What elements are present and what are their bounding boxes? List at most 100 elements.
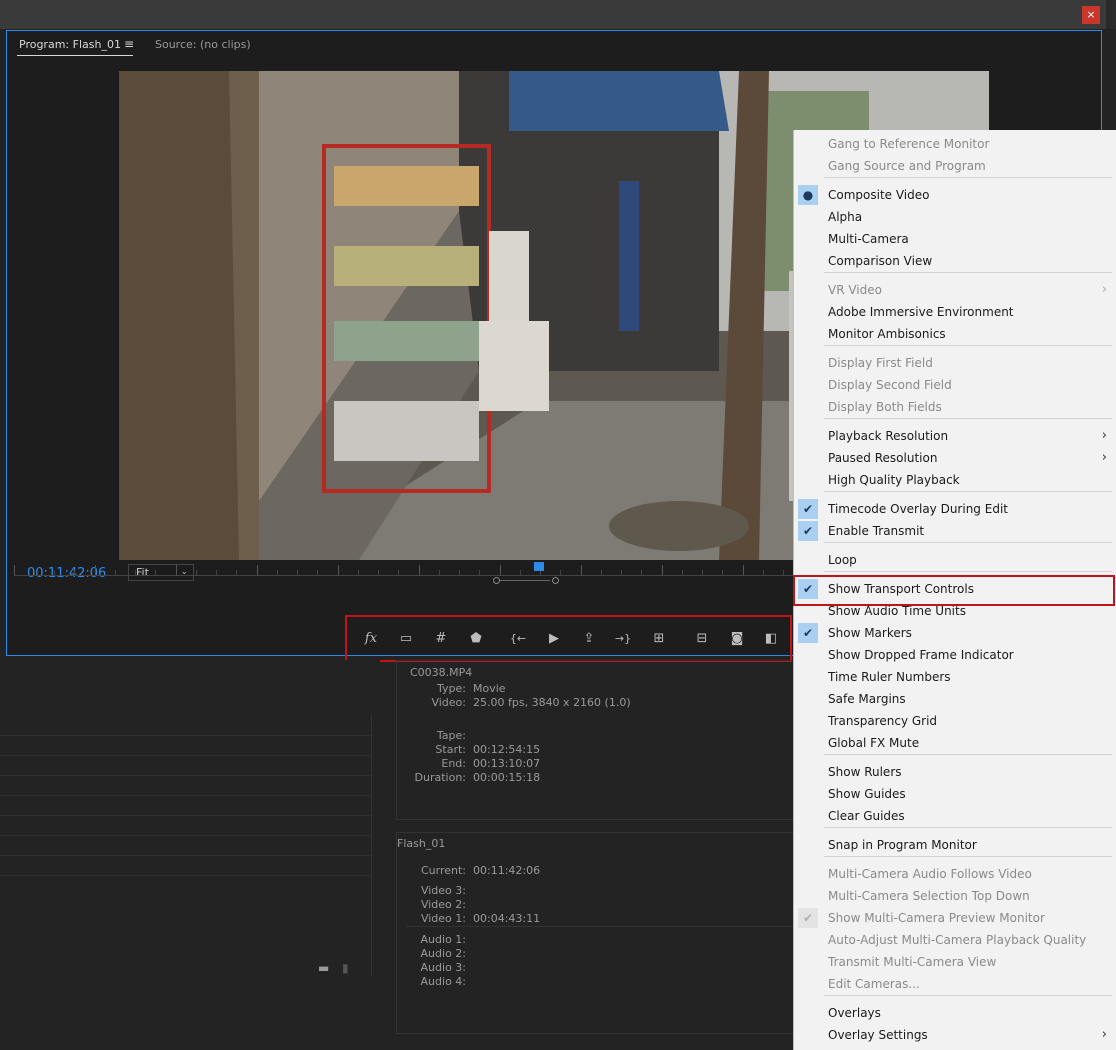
- menu-item-label: Gang to Reference Monitor: [828, 137, 990, 151]
- menu-item-label: Show Multi-Camera Preview Monitor: [828, 911, 1045, 925]
- menu-separator: [824, 542, 1112, 543]
- trash-icon[interactable]: ▮: [342, 961, 349, 975]
- fx-button[interactable]: fx: [361, 631, 381, 647]
- ruler-tick: [257, 565, 258, 575]
- insert-button[interactable]: ⊞: [649, 631, 669, 647]
- zoom-scroll-handle-right[interactable]: [552, 577, 559, 584]
- grid-button[interactable]: #: [431, 631, 451, 647]
- menu-item-comparison-view[interactable]: Comparison View: [794, 250, 1116, 272]
- menu-item-monitor-ambisonics[interactable]: Monitor Ambisonics: [794, 323, 1116, 345]
- menu-item-show-guides[interactable]: Show Guides: [794, 783, 1116, 805]
- menu-item-overlay-settings[interactable]: Overlay Settings ›: [794, 1024, 1116, 1046]
- safe-margins-button[interactable]: ▭: [396, 631, 416, 647]
- menu-item-label: Comparison View: [828, 254, 933, 268]
- ruler-tick: [176, 565, 177, 575]
- video1-label: Video 1:: [420, 912, 466, 925]
- menu-item-label: Clear Guides: [828, 809, 905, 823]
- project-list: [0, 715, 372, 975]
- menu-item-show-dropped-frame-indicator[interactable]: Show Dropped Frame Indicator: [794, 644, 1116, 666]
- chevron-right-icon: ›: [1101, 428, 1107, 443]
- project-panel: [0, 660, 380, 1050]
- menu-item-timecode-overlay-during-edit[interactable]: ✔ Timecode Overlay During Edit: [794, 498, 1116, 520]
- menu-item-composite-video[interactable]: ● Composite Video: [794, 184, 1116, 206]
- add-marker-button[interactable]: ⬟: [466, 631, 486, 647]
- menu-item-clear-guides[interactable]: Clear Guides: [794, 805, 1116, 827]
- menu-item-label: Overlay Settings: [828, 1028, 928, 1042]
- menu-separator: [824, 272, 1112, 273]
- menu-item-show-multi-camera-preview-monitor: ✔ Show Multi-Camera Preview Monitor: [794, 907, 1116, 929]
- list-row-divider: [0, 855, 371, 856]
- menu-separator: [824, 418, 1112, 419]
- menu-item-display-second-field: Display Second Field: [794, 374, 1116, 396]
- ruler-tick: [419, 565, 420, 575]
- video3-label: Video 3:: [420, 884, 466, 897]
- menu-item-label: Multi-Camera Audio Follows Video: [828, 867, 1032, 881]
- menu-item-enable-transmit[interactable]: ✔ Enable Transmit: [794, 520, 1116, 542]
- menu-separator: [824, 995, 1112, 996]
- menu-item-vr-video: VR Video ›: [794, 279, 1116, 301]
- duration-value: 00:00:15:18: [473, 771, 541, 784]
- new-bin-folder-icon[interactable]: ▬: [318, 961, 329, 975]
- menu-item-display-both-fields: Display Both Fields: [794, 396, 1116, 418]
- radio-dot-icon: ●: [798, 185, 818, 205]
- menu-item-label: Snap in Program Monitor: [828, 838, 977, 852]
- menu-item-label: VR Video: [828, 283, 882, 297]
- audio3-label: Audio 3:: [420, 961, 466, 974]
- menu-item-label: Time Ruler Numbers: [828, 670, 951, 684]
- panel-menu-icon[interactable]: ≡: [124, 37, 134, 51]
- menu-item-label: Multi-Camera: [828, 232, 909, 246]
- menu-item-loop[interactable]: Loop: [794, 549, 1116, 571]
- menu-item-multi-camera[interactable]: Multi-Camera: [794, 228, 1116, 250]
- go-to-in-button[interactable]: {←: [508, 631, 528, 647]
- go-to-out-button[interactable]: →}: [613, 631, 633, 647]
- menu-item-safe-margins[interactable]: Safe Margins: [794, 688, 1116, 710]
- menu-item-adobe-immersive-environment[interactable]: Adobe Immersive Environment: [794, 301, 1116, 323]
- close-button[interactable]: ×: [1082, 6, 1100, 24]
- menu-item-global-fx-mute[interactable]: Global FX Mute: [794, 732, 1116, 754]
- export-frame-button[interactable]: ◙: [727, 631, 747, 647]
- menu-item-high-quality-playback[interactable]: High Quality Playback: [794, 469, 1116, 491]
- menu-item-overlays[interactable]: Overlays: [794, 1002, 1116, 1024]
- type-value: Movie: [473, 682, 506, 695]
- duration-label: Duration:: [414, 771, 466, 784]
- menu-item-time-ruler-numbers[interactable]: Time Ruler Numbers: [794, 666, 1116, 688]
- menu-item-label: Show Rulers: [828, 765, 902, 779]
- list-row-divider: [0, 815, 371, 816]
- menu-item-snap-in-program-monitor[interactable]: Snap in Program Monitor: [794, 834, 1116, 856]
- menu-item-show-rulers[interactable]: Show Rulers: [794, 761, 1116, 783]
- tab-source[interactable]: Source: (no clips): [155, 38, 251, 51]
- menu-item-paused-resolution[interactable]: Paused Resolution ›: [794, 447, 1116, 469]
- menu-item-label: Timecode Overlay During Edit: [828, 502, 1008, 516]
- menu-item-label: Playback Resolution: [828, 429, 949, 443]
- menu-item-label: Loop: [828, 553, 857, 567]
- menu-item-label: Display Second Field: [828, 378, 952, 392]
- ruler-tick: [95, 565, 96, 575]
- end-label: End:: [441, 757, 466, 770]
- tab-program[interactable]: Program: Flash_01: [19, 38, 121, 51]
- ruler-tick: [662, 565, 663, 575]
- menu-item-label: Safe Margins: [828, 692, 906, 706]
- menu-item-playback-resolution[interactable]: Playback Resolution ›: [794, 425, 1116, 447]
- menu-separator: [824, 571, 1112, 572]
- menu-item-label: Gang Source and Program: [828, 159, 986, 173]
- menu-item-label: Enable Transmit: [828, 524, 925, 538]
- show-transport-controls-highlight: [793, 575, 1115, 606]
- menu-item-show-markers[interactable]: ✔ Show Markers: [794, 622, 1116, 644]
- playhead[interactable]: [534, 562, 544, 571]
- play-button[interactable]: ▶: [544, 631, 564, 647]
- menu-item-label: Global FX Mute: [828, 736, 920, 750]
- current-value: 00:11:42:06: [473, 864, 541, 877]
- lift-button[interactable]: ⇪: [579, 631, 599, 647]
- overwrite-button[interactable]: ⊟: [692, 631, 712, 647]
- menu-separator: [824, 177, 1112, 178]
- menu-item-transparency-grid[interactable]: Transparency Grid: [794, 710, 1116, 732]
- zoom-scrollbar[interactable]: [496, 580, 550, 581]
- audio2-label: Audio 2:: [420, 947, 466, 960]
- type-label: Type:: [437, 682, 466, 695]
- list-row-divider: [0, 735, 371, 736]
- menu-separator: [824, 491, 1112, 492]
- zoom-scroll-handle-left[interactable]: [493, 577, 500, 584]
- menu-item-alpha[interactable]: Alpha: [794, 206, 1116, 228]
- menu-item-display-first-field: Display First Field: [794, 352, 1116, 374]
- comparison-view-button[interactable]: ◧: [761, 631, 781, 647]
